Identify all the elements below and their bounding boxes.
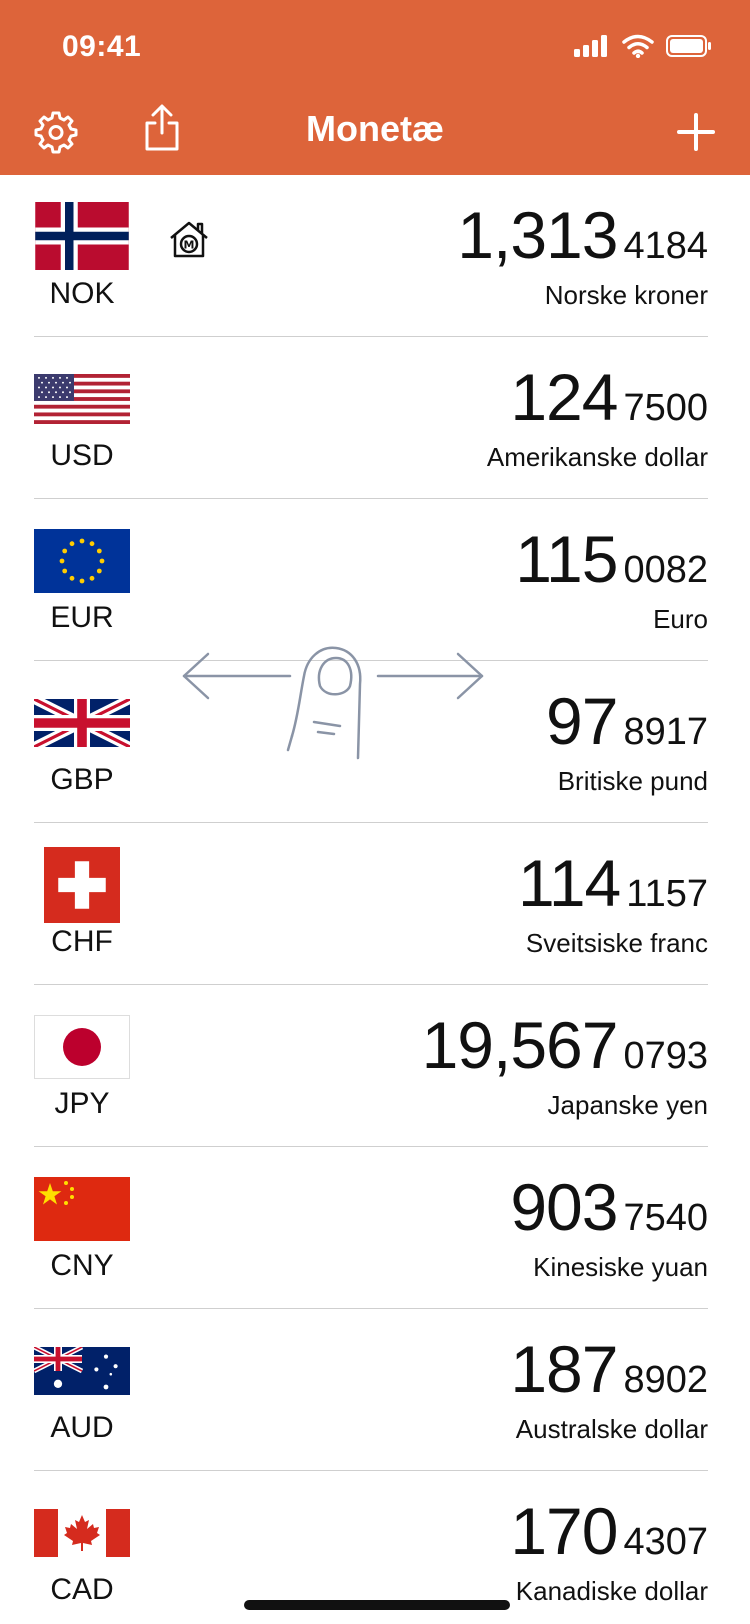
currency-row-usd[interactable]: USD 124 7500 Amerikanske dollar	[0, 337, 750, 499]
currency-name: Euro	[653, 604, 708, 634]
amount-decimals: 7500	[623, 387, 708, 429]
amount-integer: 115	[515, 522, 618, 596]
currency-code: GBP	[50, 763, 114, 796]
japan-flag-icon	[34, 1015, 130, 1079]
currency-name: Sveitsiske franc	[525, 928, 708, 958]
currency-code: CNY	[50, 1249, 114, 1282]
currency-name: Australske dollar	[515, 1414, 708, 1444]
status-icons	[574, 34, 712, 58]
currency-amount[interactable]: 115 0082	[515, 521, 708, 597]
currency-name: Japanske yen	[547, 1090, 708, 1120]
amount-integer: 19,567	[421, 1008, 619, 1082]
amount-decimals: 0793	[623, 1035, 708, 1077]
currency-amount[interactable]: 97 8917	[546, 683, 708, 759]
currency-code: AUD	[50, 1411, 114, 1444]
currency-row-nok[interactable]: M NOK 1,313 4184 Norske kroner	[0, 175, 750, 337]
amount-integer: 97	[546, 684, 618, 758]
currency-amount[interactable]: 114 1157	[518, 845, 708, 921]
battery-icon	[666, 35, 711, 57]
currency-name: Amerikanske dollar	[486, 442, 708, 472]
svg-text:M: M	[184, 239, 195, 252]
amount-integer: 170	[510, 1494, 618, 1568]
currency-code: JPY	[54, 1087, 110, 1120]
currency-amount[interactable]: 124 7500	[510, 359, 708, 435]
currency-name: Britiske pund	[557, 766, 708, 796]
eu-flag-icon	[34, 529, 130, 593]
norway-flag-icon	[34, 202, 130, 270]
currency-name: Norske kroner	[544, 280, 708, 310]
add-currency-button[interactable]	[672, 108, 720, 156]
switzerland-flag-icon	[44, 847, 120, 923]
currency-list: M NOK 1,313 4184 Norske kroner USD 124 7…	[0, 175, 750, 1624]
uk-flag-icon	[34, 699, 130, 747]
currency-code: NOK	[49, 277, 115, 310]
amount-integer: 903	[510, 1170, 618, 1244]
home-indicator[interactable]	[244, 1600, 510, 1610]
amount-decimals: 1157	[626, 873, 708, 915]
amount-decimals: 0082	[623, 549, 708, 591]
app-header: 09:41 Monetæ	[0, 0, 750, 175]
currency-code: CHF	[51, 925, 113, 958]
currency-row-aud[interactable]: AUD 187 8902 Australske dollar	[0, 1309, 750, 1471]
amount-decimals: 7540	[623, 1197, 708, 1239]
amount-integer: 187	[510, 1332, 618, 1406]
currency-row-cny[interactable]: CNY 903 7540 Kinesiske yuan	[0, 1147, 750, 1309]
canada-flag-icon	[34, 1509, 130, 1557]
currency-name: Kinesiske yuan	[533, 1252, 708, 1282]
usa-flag-icon	[34, 374, 130, 424]
page-title: Monetæ	[306, 108, 444, 149]
currency-row-chf[interactable]: CHF 114 1157 Sveitsiske franc	[0, 823, 750, 985]
currency-row-gbp[interactable]: GBP 97 8917 Britiske pund	[0, 661, 750, 823]
australia-flag-icon	[34, 1347, 130, 1395]
home-currency-icon: M	[168, 219, 210, 264]
currency-amount[interactable]: 187 8902	[510, 1331, 708, 1407]
cellular-signal-icon	[574, 35, 607, 57]
amount-decimals: 8902	[623, 1359, 708, 1401]
currency-row-eur[interactable]: EUR 115 0082 Euro	[0, 499, 750, 661]
currency-amount[interactable]: 19,567 0793	[422, 1007, 708, 1083]
amount-decimals: 4307	[623, 1521, 708, 1563]
currency-name: Kanadiske dollar	[515, 1576, 708, 1606]
currency-code: CAD	[50, 1573, 114, 1606]
amount-decimals: 8917	[623, 711, 708, 753]
currency-amount[interactable]: 1,313 4184	[457, 197, 708, 273]
amount-integer: 114	[518, 846, 621, 920]
china-flag-icon	[34, 1177, 130, 1241]
amount-decimals: 4184	[623, 225, 708, 267]
currency-row-jpy[interactable]: JPY 19,567 0793 Japanske yen	[0, 985, 750, 1147]
wifi-icon	[622, 34, 654, 58]
amount-integer: 1,313	[457, 198, 618, 272]
currency-code: EUR	[50, 601, 114, 634]
status-time: 09:41	[62, 30, 142, 63]
currency-code: USD	[50, 439, 114, 472]
amount-integer: 124	[510, 360, 618, 434]
currency-amount[interactable]: 903 7540	[510, 1169, 708, 1245]
plus-icon	[677, 113, 715, 151]
currency-amount[interactable]: 170 4307	[510, 1493, 708, 1569]
